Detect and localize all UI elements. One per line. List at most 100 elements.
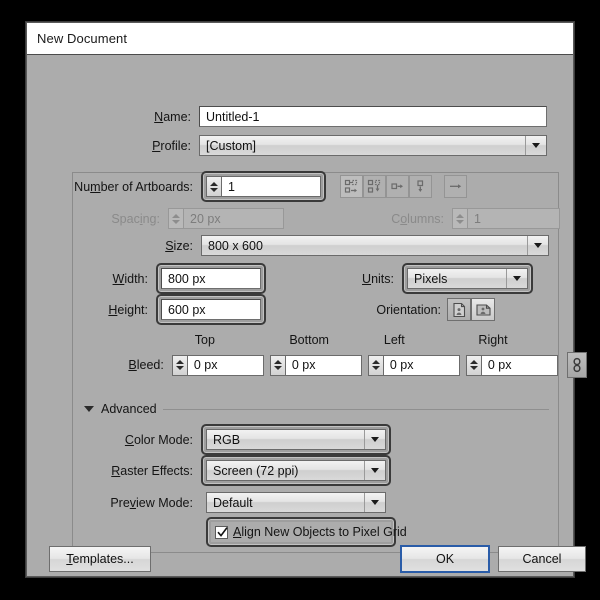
width-input[interactable]: 800 px <box>161 268 261 289</box>
width-input-wrap: 800 px <box>156 263 266 294</box>
chevron-down-icon[interactable] <box>364 493 385 512</box>
bleed-row: Bleed: 0 px 0 px 0 px 0 px <box>27 352 587 378</box>
orientation-portrait-icon-button[interactable] <box>447 298 471 321</box>
dialog-titlebar: New Document <box>27 23 573 55</box>
change-to-right-to-left-layout-icon-button[interactable] <box>444 175 467 198</box>
dialog-body: Name: Untitled-1 Profile: [Custom] Numbe… <box>27 55 587 576</box>
height-label: Height: <box>108 302 148 317</box>
size-label: Size: <box>165 238 193 253</box>
color-mode-select-value: RGB <box>213 432 241 447</box>
columns-stepper <box>452 208 467 229</box>
color-mode-row: Color Mode: RGB <box>27 424 567 455</box>
spacing-columns-row: Spacing: 20 px Columns: 1 <box>27 208 567 229</box>
chevron-down-icon[interactable] <box>364 461 385 480</box>
align-pixel-grid-checkbox-row[interactable]: Align New Objects to Pixel Grid <box>211 522 407 542</box>
advanced-divider <box>162 408 549 410</box>
advanced-section-header[interactable]: Advanced <box>84 402 549 416</box>
spacing-label: Spacing: <box>111 211 160 226</box>
artboards-input[interactable]: 1 <box>221 176 321 197</box>
units-select[interactable]: Pixels <box>407 268 528 289</box>
preview-mode-label: Preview Mode: <box>110 495 193 510</box>
arrange-by-column-icon-button[interactable] <box>409 175 432 198</box>
height-orientation-row: Height: 600 px Orientation: <box>27 294 567 325</box>
name-row: Name: Untitled-1 <box>27 106 547 127</box>
bleed-right-stepper[interactable] <box>465 354 481 376</box>
width-label: Width: <box>112 271 148 286</box>
size-select-value: 800 x 600 <box>208 238 263 253</box>
bleed-left-input[interactable]: 0 px <box>382 354 460 376</box>
profile-row: Profile: [Custom] <box>27 135 547 156</box>
align-pixel-grid-label: Align New Objects to Pixel Grid <box>233 525 407 539</box>
preview-mode-select-value: Default <box>213 495 253 510</box>
spacing-input: 20 px <box>183 208 284 229</box>
artboard-layout-button-group[interactable] <box>340 175 467 198</box>
units-select-value: Pixels <box>414 271 448 286</box>
bleed-header-row: Top Bottom Left Right <box>27 333 567 347</box>
chevron-down-icon[interactable] <box>525 136 546 155</box>
chain-link-icon <box>573 357 581 373</box>
profile-select-wrap: [Custom] <box>199 135 547 156</box>
chain-link-icon-button[interactable] <box>566 352 587 378</box>
profile-select[interactable]: [Custom] <box>199 135 547 156</box>
bleed-bottom-input[interactable]: 0 px <box>284 354 362 376</box>
bleed-top-stepper[interactable] <box>171 354 187 376</box>
color-mode-select-wrap: RGB <box>201 424 391 455</box>
height-input[interactable]: 600 px <box>161 299 261 320</box>
artboards-input-wrap: 1 <box>201 171 326 202</box>
bleed-top-wrap: 0 px <box>171 354 264 376</box>
chevron-down-icon[interactable] <box>506 269 527 288</box>
ok-button-label: OK <box>435 552 455 566</box>
bleed-right-input[interactable]: 0 px <box>480 354 558 376</box>
bleed-right-wrap: 0 px <box>465 354 558 376</box>
advanced-section-title: Advanced <box>101 402 157 416</box>
chevron-down-icon[interactable] <box>364 430 385 449</box>
spacing-stepper <box>168 208 183 229</box>
bleed-header-right: Right <box>478 333 508 347</box>
align-pixel-grid-row: Align New Objects to Pixel Grid <box>27 517 567 547</box>
orientation-button-group[interactable] <box>447 298 495 321</box>
orientation-landscape-icon-button[interactable] <box>471 298 495 321</box>
grid-by-row-icon-button[interactable] <box>340 175 363 198</box>
chevron-down-icon[interactable] <box>527 236 548 255</box>
preview-mode-select-wrap: Default <box>206 492 386 513</box>
profile-label: Profile: <box>152 138 191 153</box>
name-input-wrap: Untitled-1 <box>199 106 547 127</box>
dialog-title: New Document <box>37 31 128 46</box>
new-document-dialog: New Document Name: Untitled-1 Profile: [… <box>26 22 587 577</box>
raster-effects-select-value: Screen (72 ppi) <box>213 463 299 478</box>
columns-input-wrap: 1 <box>452 208 560 229</box>
artboards-stepper[interactable] <box>206 176 221 197</box>
artboards-label: Number of Artboards: <box>74 179 193 194</box>
raster-effects-select[interactable]: Screen (72 ppi) <box>206 460 386 481</box>
bleed-top-input[interactable]: 0 px <box>186 354 264 376</box>
preview-mode-row: Preview Mode: Default <box>27 492 567 513</box>
columns-input: 1 <box>467 208 560 229</box>
color-mode-label: Color Mode: <box>124 432 193 447</box>
bleed-left-wrap: 0 px <box>367 354 460 376</box>
triangle-down-icon[interactable] <box>84 406 94 412</box>
artboards-spinner-group[interactable]: 1 <box>206 176 321 197</box>
bleed-left-stepper[interactable] <box>367 354 383 376</box>
size-row: Size: 800 x 600 <box>27 235 567 256</box>
raster-effects-row: Raster Effects: Screen (72 ppi) <box>27 455 567 486</box>
spacing-input-wrap: 20 px <box>168 208 284 229</box>
align-pixel-grid-checkbox[interactable] <box>215 525 228 539</box>
ok-button[interactable]: OK <box>401 546 489 572</box>
name-input[interactable]: Untitled-1 <box>199 106 547 127</box>
width-units-row: Width: 800 px Units: Pixels <box>27 263 567 294</box>
arrange-by-row-icon-button[interactable] <box>386 175 409 198</box>
checkmark-icon <box>217 526 228 537</box>
units-label: Units: <box>362 271 394 286</box>
cancel-button[interactable]: Cancel <box>498 546 586 572</box>
profile-select-value: [Custom] <box>206 138 257 153</box>
bleed-bottom-stepper[interactable] <box>269 354 285 376</box>
units-select-wrap: Pixels <box>402 263 533 294</box>
grid-by-column-icon-button[interactable] <box>363 175 386 198</box>
preview-mode-select[interactable]: Default <box>206 492 386 513</box>
templates-button[interactable]: Templates... <box>49 546 151 572</box>
columns-label: Columns: <box>391 211 444 226</box>
bleed-bottom-wrap: 0 px <box>269 354 362 376</box>
bleed-header-left: Left <box>383 333 405 347</box>
color-mode-select[interactable]: RGB <box>206 429 386 450</box>
size-select[interactable]: 800 x 600 <box>201 235 549 256</box>
